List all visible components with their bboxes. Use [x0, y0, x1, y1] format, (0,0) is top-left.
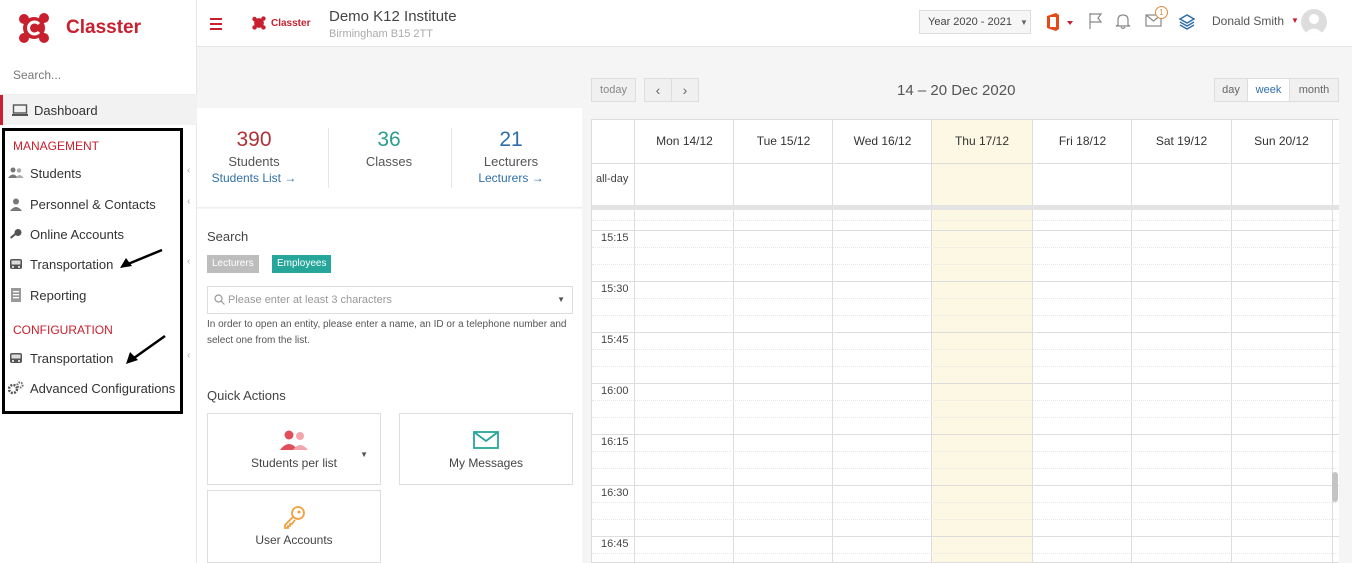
- report-icon: [8, 288, 24, 302]
- person-icon: [8, 197, 24, 211]
- bell-icon[interactable]: [1115, 12, 1131, 30]
- avatar[interactable]: [1301, 9, 1327, 35]
- logo-text: Classter: [66, 17, 141, 38]
- notification-badge: 1: [1155, 6, 1168, 19]
- sidebar-item-online-accounts[interactable]: Online Accounts: [8, 225, 124, 243]
- prev-button[interactable]: ‹: [644, 78, 672, 102]
- view-day-button[interactable]: day: [1214, 78, 1248, 102]
- key-icon: [8, 227, 24, 241]
- layers-icon[interactable]: [1178, 12, 1196, 30]
- chevron-left-icon[interactable]: ‹: [187, 196, 190, 207]
- mail-icon: [473, 431, 499, 449]
- students-list-link[interactable]: Students List →: [194, 171, 314, 185]
- stat-lecturers: 21 Lecturers Lecturers →: [451, 128, 571, 185]
- top-bar: Classter Demo K12 Institute Birmingham B…: [197, 0, 1352, 47]
- stat-classes: 36 Classes: [365, 128, 413, 169]
- tag-employees[interactable]: Employees: [272, 255, 332, 273]
- calendar-scrollbar[interactable]: [1332, 472, 1338, 502]
- caret-down-icon: ▼: [557, 295, 565, 304]
- time-label: 15:45: [601, 334, 629, 346]
- calendar-grid: Mon 14/12 Tue 15/12 Wed 16/12 Thu 17/12 …: [591, 119, 1339, 563]
- annotation-arrow-icon: [126, 334, 166, 364]
- time-label: 16:45: [601, 538, 629, 550]
- year-selector[interactable]: Year 2020 - 2021 ▼: [919, 10, 1031, 34]
- user-name[interactable]: Donald Smith: [1212, 14, 1284, 28]
- view-week-button[interactable]: week: [1247, 78, 1290, 102]
- view-month-button[interactable]: month: [1289, 78, 1339, 102]
- monitor-icon: [12, 103, 28, 116]
- day-header: Tue 15/12: [733, 120, 833, 163]
- day-header: Mon 14/12: [634, 120, 734, 163]
- tag-lecturers[interactable]: Lecturers: [207, 255, 259, 273]
- users-icon: [280, 430, 308, 450]
- search-input[interactable]: Please enter at least 3 characters ▼: [207, 286, 573, 314]
- sidebar: Classter Search... Dashboard MANAGEMENT …: [0, 0, 197, 563]
- next-button[interactable]: ›: [671, 78, 699, 102]
- chevron-left-icon[interactable]: ‹: [187, 165, 190, 176]
- time-label: 15:30: [601, 283, 629, 295]
- configuration-header: CONFIGURATION: [13, 323, 113, 337]
- caret-down-icon: ▼: [1020, 17, 1028, 27]
- user-accounts-card[interactable]: User Accounts: [207, 490, 381, 563]
- classter-logo-icon: [252, 16, 266, 30]
- quick-actions-title: Quick Actions: [207, 388, 286, 403]
- day-header: Fri 18/12: [1032, 120, 1132, 163]
- caret-down-icon[interactable]: ▼: [360, 450, 368, 459]
- calendar-range: 14 – 20 Dec 2020: [897, 82, 1016, 99]
- stat-students: 390 Students Students List →: [194, 128, 314, 185]
- sidebar-item-students[interactable]: Students: [8, 164, 81, 182]
- gears-icon: [8, 381, 24, 395]
- sidebar-item-personnel[interactable]: Personnel & Contacts: [8, 195, 156, 213]
- menu-icon[interactable]: [210, 18, 222, 33]
- day-header-today: Thu 17/12: [931, 120, 1032, 163]
- search-hint: In order to open an entity, please enter…: [207, 319, 567, 346]
- today-button[interactable]: today: [591, 78, 636, 102]
- management-header: MANAGEMENT: [13, 139, 100, 153]
- sidebar-item-config-transportation[interactable]: Transportation: [8, 349, 113, 367]
- search-icon: [214, 294, 225, 305]
- stats-panel: 390 Students Students List → 36 Classes …: [197, 108, 582, 208]
- key-icon: [284, 506, 305, 529]
- lecturers-link[interactable]: Lecturers →: [451, 171, 571, 185]
- bus-icon: [8, 351, 24, 365]
- all-day-label: all-day: [596, 173, 629, 185]
- users-icon: [8, 166, 24, 180]
- flag-icon[interactable]: [1088, 12, 1104, 30]
- classter-logo-icon: [16, 10, 52, 46]
- logo[interactable]: Classter: [16, 10, 141, 46]
- time-label: 16:30: [601, 487, 629, 499]
- students-per-list-card[interactable]: Students per list ▼: [207, 413, 381, 485]
- chevron-left-icon[interactable]: ‹: [187, 350, 190, 361]
- day-header: Sat 19/12: [1131, 120, 1231, 163]
- day-header: Sun 20/12: [1231, 120, 1331, 163]
- time-label: 15:15: [601, 232, 629, 244]
- time-label: 16:15: [601, 436, 629, 448]
- my-messages-card[interactable]: My Messages: [399, 413, 573, 485]
- time-label: 16:00: [601, 385, 629, 397]
- arrow-right-icon: →: [284, 171, 297, 185]
- office-icon[interactable]: [1045, 12, 1075, 32]
- day-header: Wed 16/12: [832, 120, 932, 163]
- small-logo[interactable]: Classter: [251, 15, 310, 31]
- sidebar-item-advanced-configurations[interactable]: Advanced Configurations: [8, 379, 175, 397]
- institute-address: Birmingham B15 2TT: [329, 28, 433, 40]
- annotation-arrow-icon: [120, 248, 163, 268]
- arrow-right-icon: →: [531, 171, 544, 185]
- sidebar-search-input[interactable]: Search...: [13, 68, 61, 82]
- search-title: Search: [207, 229, 249, 244]
- sidebar-item-transportation[interactable]: Transportation: [8, 255, 113, 273]
- sidebar-item-reporting[interactable]: Reporting: [8, 286, 86, 304]
- bus-icon: [8, 257, 24, 271]
- sidebar-item-dashboard[interactable]: Dashboard: [0, 95, 197, 125]
- institute-name: Demo K12 Institute: [329, 8, 457, 25]
- caret-down-icon[interactable]: ▼: [1291, 16, 1299, 25]
- chevron-left-icon[interactable]: ‹: [187, 256, 190, 267]
